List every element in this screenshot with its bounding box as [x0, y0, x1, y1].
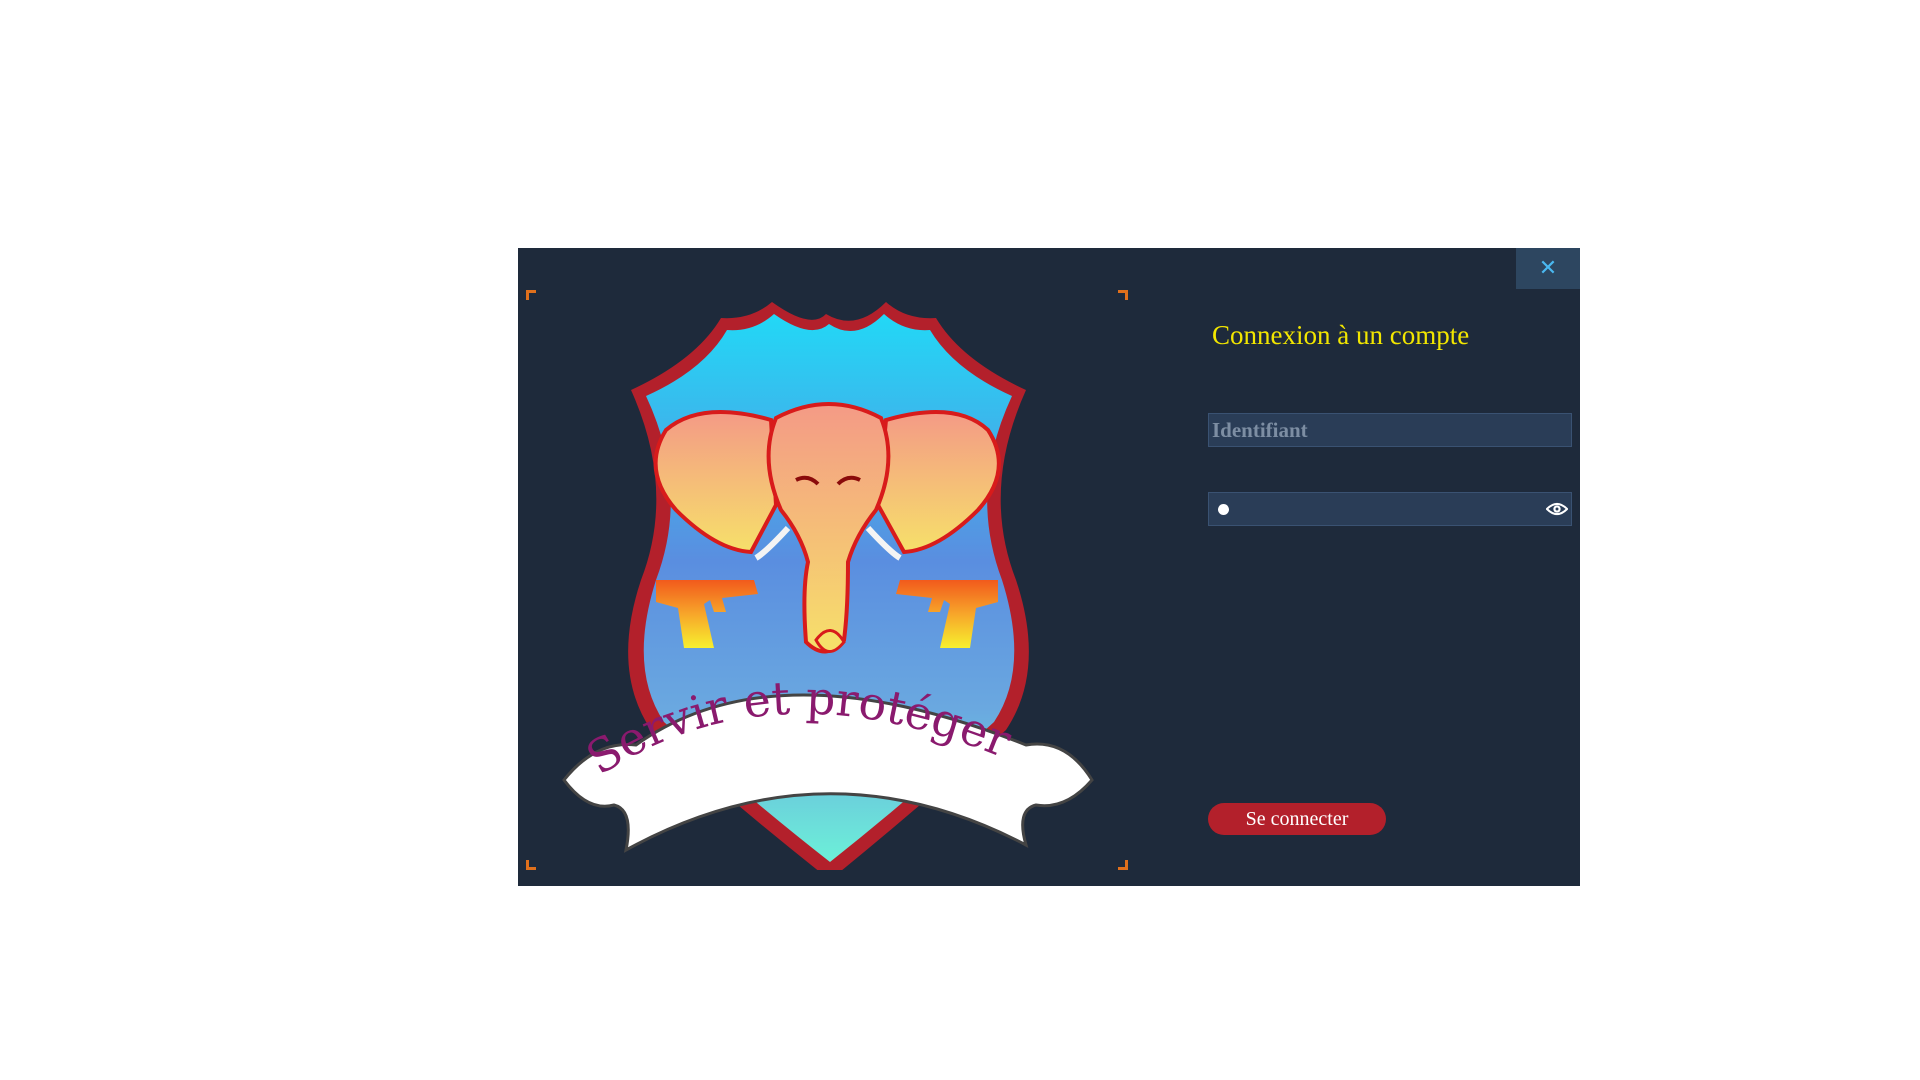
close-button[interactable]: ✕	[1516, 248, 1580, 289]
password-mask-dot	[1218, 503, 1229, 515]
username-input[interactable]	[1209, 414, 1571, 446]
dialog-title: Connexion à un compte	[1212, 320, 1470, 350]
logo-frame: Servir et protéger	[526, 290, 1128, 870]
close-icon: ✕	[1538, 256, 1558, 281]
login-button[interactable]: Se connecter	[1208, 803, 1386, 835]
login-dialog: ✕ Servir et protéger Connexion à un comp…	[518, 248, 1580, 886]
password-field[interactable]	[1208, 492, 1572, 526]
emblem-logo: Servir et protéger	[562, 302, 1094, 870]
eye-icon[interactable]	[1546, 499, 1568, 519]
username-field[interactable]	[1208, 413, 1572, 447]
